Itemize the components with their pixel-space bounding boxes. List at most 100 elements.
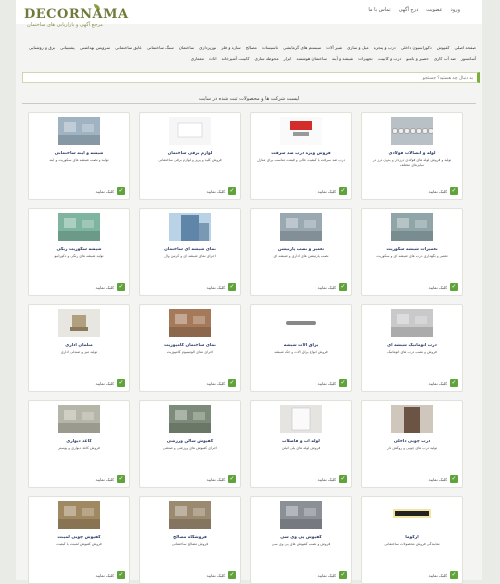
product-title[interactable]: نمای شیشه ای ساختمان [144, 247, 236, 252]
product-thumbnail[interactable] [169, 405, 211, 433]
search-input[interactable] [173, 73, 473, 82]
product-thumbnail[interactable] [391, 501, 433, 529]
product-card[interactable]: لوازم برقی ساختمان فروش کلید و پریز و لو… [139, 112, 241, 200]
product-card[interactable]: یراق آلات شیشه فروش انواع یراق آلات و جک… [250, 304, 352, 392]
more-button[interactable]: ✓ کلیک نمایید [207, 283, 236, 291]
product-thumbnail[interactable] [391, 117, 433, 145]
product-title[interactable]: فروشگاه مصالح [144, 535, 236, 540]
product-thumbnail[interactable] [58, 501, 100, 529]
product-title[interactable]: مبلمان اداری [33, 343, 125, 348]
product-thumbnail[interactable] [280, 117, 322, 145]
product-title[interactable]: لوله و اتصالات فولادی [366, 151, 458, 156]
more-button[interactable]: ✓ کلیک نمایید [96, 187, 125, 195]
menu-item[interactable]: نورپردازی [199, 42, 216, 53]
contact-link[interactable]: تماس با ما [368, 7, 390, 13]
product-thumbnail[interactable] [169, 501, 211, 529]
menu-item[interactable]: اثاث [209, 53, 217, 64]
product-title[interactable]: تعمیر و نصب پارتیشن [255, 247, 347, 252]
more-button[interactable]: ✓ کلیک نمایید [207, 379, 236, 387]
product-card[interactable]: فروشگاه مصالح فروش مصالح ساختمانی ✓ کلیک… [139, 496, 241, 584]
product-title[interactable]: لوازم برقی ساختمان [144, 151, 236, 156]
product-card[interactable]: شیشه سکوریت رنگی تولید شیشه های رنگی و د… [28, 208, 130, 296]
post-ad-link[interactable]: درج آگهی [399, 7, 419, 13]
product-thumbnail[interactable] [169, 309, 211, 337]
product-card[interactable]: فروش ویژه درب ضد سرقت درب ضد سرقت با کیف… [250, 112, 352, 200]
more-button[interactable]: ✓ کلیک نمایید [96, 475, 125, 483]
menu-item[interactable]: محوطه سازی [254, 53, 278, 64]
menu-item[interactable]: سنگ ساختمانی [147, 42, 174, 53]
product-title[interactable]: نمای ساختمان کامپوزیت [144, 343, 236, 348]
menu-item[interactable]: مبل و سازی [347, 42, 368, 53]
product-thumbnail[interactable] [58, 117, 100, 145]
product-title[interactable]: شیشه و آینه ساختمانی [33, 151, 125, 156]
menu-item[interactable]: مصالح [246, 42, 257, 53]
product-card[interactable]: درب اتوماتیک شیشه ای فروش و نصب درب های … [361, 304, 463, 392]
menu-item[interactable]: عایق ساختمانی [115, 42, 142, 53]
menu-item[interactable]: تاسیسات [262, 42, 278, 53]
product-title[interactable]: آرکوما [366, 535, 458, 540]
menu-item[interactable]: شیر آلات [326, 42, 342, 53]
menu-item[interactable]: سیستم های گرمایشی [283, 42, 321, 53]
menu-item[interactable]: ابزار [284, 53, 292, 64]
product-thumbnail[interactable] [58, 309, 100, 337]
more-button[interactable]: ✓ کلیک نمایید [318, 283, 347, 291]
menu-item[interactable]: پشتیبانی [60, 42, 75, 53]
product-title[interactable]: کفپوش سالن ورزشی [144, 439, 236, 444]
more-button[interactable]: ✓ کلیک نمایید [96, 571, 125, 579]
site-logo[interactable]: DECORNAMA مرجع آگهی و بازاریابی های ساخت… [24, 4, 134, 31]
product-thumbnail[interactable] [280, 309, 322, 337]
product-card[interactable]: درب چوبی داخلی تولید درب های چوبی و روکش… [361, 400, 463, 488]
product-card[interactable]: نمای ساختمان کامپوزیت اجرای نمای آلومینی… [139, 304, 241, 392]
product-card[interactable]: لوله آب و فاضلاب فروش لوله های پلی اتیلن… [250, 400, 352, 488]
register-link[interactable]: عضویت [426, 7, 442, 13]
product-title[interactable]: یراق آلات شیشه [255, 343, 347, 348]
menu-item[interactable]: درب و پنجره [374, 42, 396, 53]
more-button[interactable]: ✓ کلیک نمایید [96, 379, 125, 387]
product-thumbnail[interactable] [280, 501, 322, 529]
more-button[interactable]: ✓ کلیک نمایید [429, 379, 458, 387]
product-title[interactable]: لوله آب و فاضلاب [255, 439, 347, 444]
menu-item[interactable]: ساختمان [179, 42, 194, 53]
menu-item[interactable]: حصیر و بامبو [406, 53, 429, 64]
menu-item[interactable]: صفحه اصلی [454, 42, 476, 53]
product-card[interactable]: تعمیرات شیشه سکوریت تعمیر و نگهداری درب … [361, 208, 463, 296]
more-button[interactable]: ✓ کلیک نمایید [207, 571, 236, 579]
product-thumbnail[interactable] [391, 405, 433, 433]
menu-item[interactable]: کفپوش [437, 42, 450, 53]
login-link[interactable]: ورود [451, 7, 460, 13]
product-thumbnail[interactable] [58, 405, 100, 433]
menu-item[interactable]: شیشه و آینه [332, 53, 353, 64]
more-button[interactable]: ✓ کلیک نمایید [318, 187, 347, 195]
product-thumbnail[interactable] [391, 309, 433, 337]
product-title[interactable]: تعمیرات شیشه سکوریت [366, 247, 458, 252]
product-card[interactable]: مبلمان اداری تولید میز و صندلی اداری ✓ ک… [28, 304, 130, 392]
menu-item[interactable]: ضد آب کاری [434, 53, 456, 64]
product-thumbnail[interactable] [280, 213, 322, 241]
more-button[interactable]: ✓ کلیک نمایید [207, 187, 236, 195]
menu-item[interactable]: دکوراسیون داخلی [401, 42, 432, 53]
product-thumbnail[interactable] [169, 117, 211, 145]
more-button[interactable]: ✓ کلیک نمایید [429, 187, 458, 195]
product-title[interactable]: کاغذ دیواری [33, 439, 125, 444]
more-button[interactable]: ✓ کلیک نمایید [96, 283, 125, 291]
product-card[interactable]: آرکوما نمایندگی فروش محصولات ساختمانی ✓ … [361, 496, 463, 584]
product-title[interactable]: فروش ویژه درب ضد سرقت [255, 151, 347, 156]
product-card[interactable]: نمای شیشه ای ساختمان اجرای نمای شیشه ای … [139, 208, 241, 296]
menu-item[interactable]: آسانسور [461, 53, 476, 64]
product-title[interactable]: شیشه سکوریت رنگی [33, 247, 125, 252]
product-card[interactable]: کفپوش پی وی سی فروش و نصب کفپوش های پی و… [250, 496, 352, 584]
product-thumbnail[interactable] [169, 213, 211, 241]
menu-item[interactable]: سازه و فلز [221, 42, 240, 53]
more-button[interactable]: ✓ کلیک نمایید [429, 571, 458, 579]
product-card[interactable]: کفپوش سالن ورزشی اجرای کفپوش های ورزشی و… [139, 400, 241, 488]
product-card[interactable]: کفپوش چوبی لمینت فروش کفپوش لمینت با کیف… [28, 496, 130, 584]
more-button[interactable]: ✓ کلیک نمایید [318, 571, 347, 579]
more-button[interactable]: ✓ کلیک نمایید [429, 475, 458, 483]
more-button[interactable]: ✓ کلیک نمایید [429, 283, 458, 291]
menu-item[interactable]: ساختمان هوشمند [296, 53, 327, 64]
product-title[interactable]: درب اتوماتیک شیشه ای [366, 343, 458, 348]
product-thumbnail[interactable] [280, 405, 322, 433]
menu-item[interactable]: سرویس بهداشتی [80, 42, 110, 53]
product-card[interactable]: شیشه و آینه ساختمانی تولید و نصب شیشه ها… [28, 112, 130, 200]
product-title[interactable]: کفپوش چوبی لمینت [33, 535, 125, 540]
